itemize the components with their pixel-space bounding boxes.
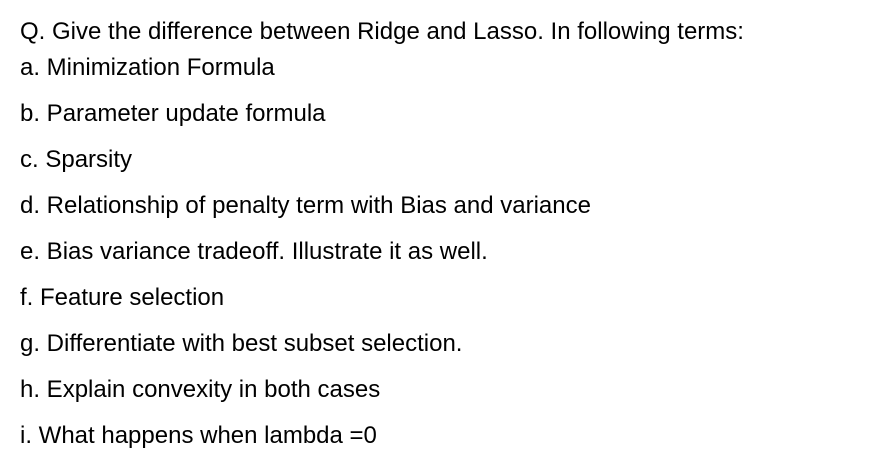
list-item: i. What happens when lambda =0 bbox=[20, 422, 377, 449]
list-item: h. Explain convexity in both cases bbox=[20, 376, 381, 403]
question-items-list: a. Minimization Formula b. Parameter upd… bbox=[20, 54, 870, 450]
list-item: g. Differentiate with best subset select… bbox=[20, 330, 463, 357]
question-heading: Q. Give the difference between Ridge and… bbox=[20, 18, 744, 45]
list-item: e. Bias variance tradeoff. Illustrate it… bbox=[20, 238, 488, 265]
list-item: a. Minimization Formula bbox=[20, 54, 275, 81]
list-item: f. Feature selection bbox=[20, 284, 225, 311]
list-item: d. Relationship of penalty term with Bia… bbox=[20, 192, 591, 219]
question-document: Q. Give the difference between Ridge and… bbox=[20, 18, 870, 450]
list-item: c. Sparsity bbox=[20, 146, 133, 173]
list-item: b. Parameter update formula bbox=[20, 100, 326, 127]
